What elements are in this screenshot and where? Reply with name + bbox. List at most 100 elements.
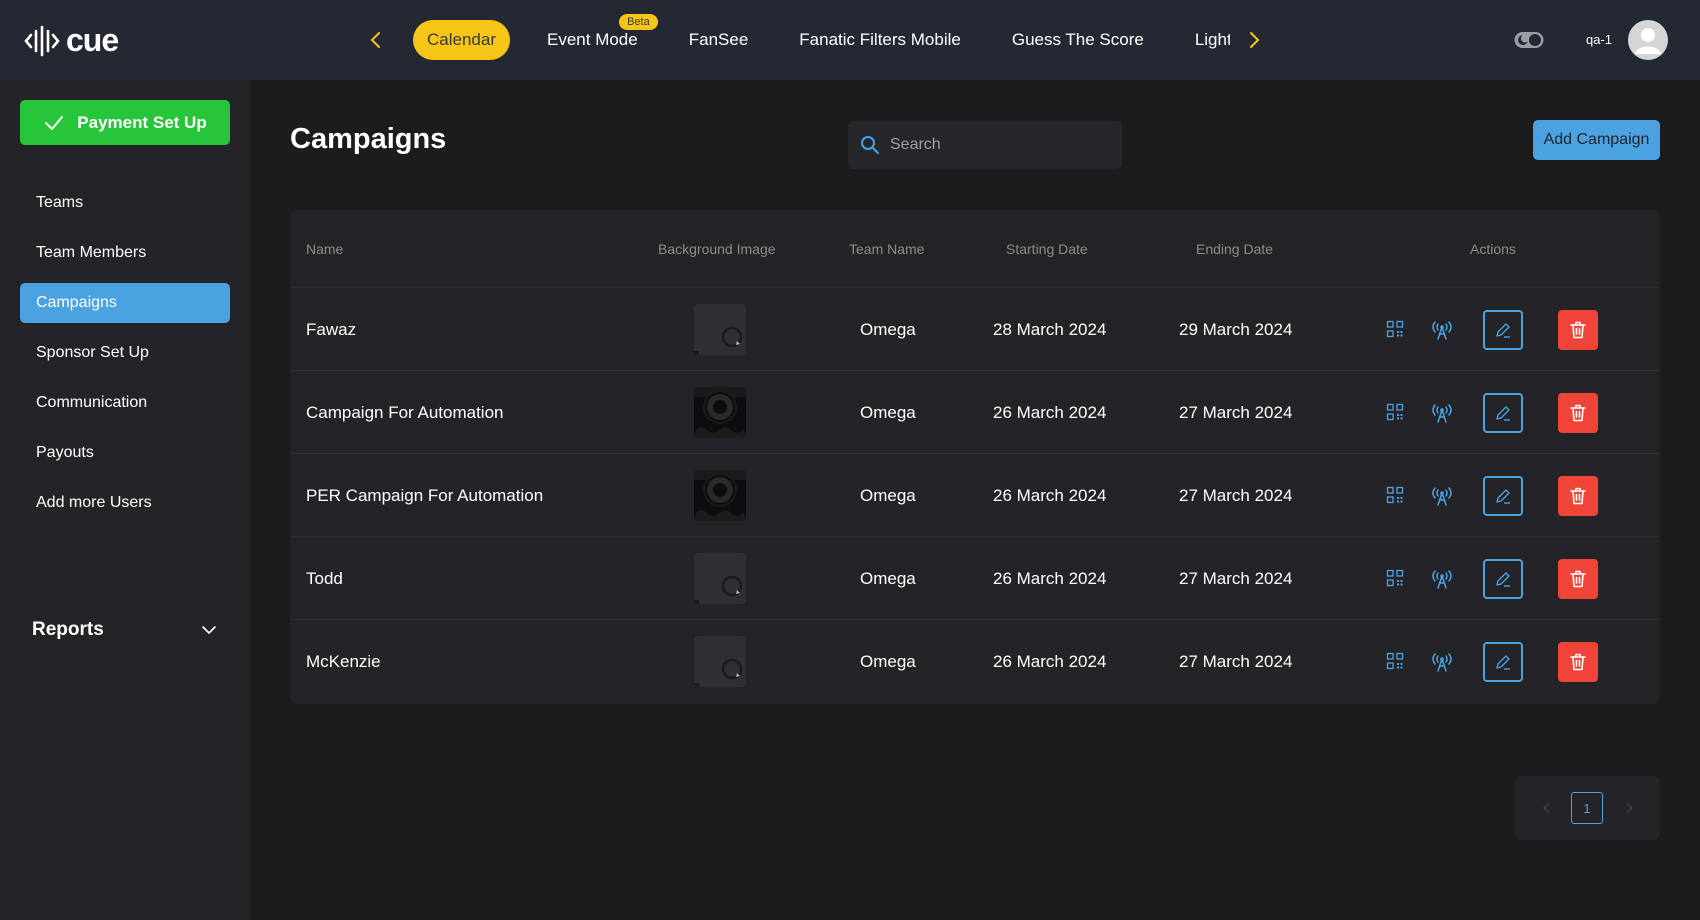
sidebar-item-label: Team Members xyxy=(36,244,147,261)
trash-icon xyxy=(1570,404,1586,422)
tabs-scroll-right-button[interactable] xyxy=(1242,28,1266,52)
delete-button[interactable] xyxy=(1558,559,1598,599)
tab-label: FanSee xyxy=(688,30,749,49)
edit-button[interactable] xyxy=(1483,310,1523,350)
ending-date: 27 March 2024 xyxy=(1179,402,1293,422)
payment-setup-label: Payment Set Up xyxy=(77,112,207,132)
column-header-ending-date: Ending Date xyxy=(1196,241,1274,257)
column-header-background-image: Background Image xyxy=(658,241,776,257)
avatar[interactable] xyxy=(1628,20,1668,60)
broadcast-icon xyxy=(1432,570,1452,589)
table-row: Fawaz Omega 28 March 2024 29 March 2024 xyxy=(290,288,1660,371)
team-name: Omega xyxy=(860,319,916,339)
edit-button[interactable] xyxy=(1483,559,1523,599)
tab-label: Event Mode xyxy=(547,30,638,49)
tab-lighting[interactable]: Lighting xyxy=(1181,20,1230,60)
background-image-thumbnail xyxy=(694,387,746,438)
chevron-right-icon[interactable] xyxy=(1621,800,1637,816)
search-box[interactable] xyxy=(848,121,1122,169)
sidebar-item-payouts[interactable]: Payouts xyxy=(20,433,230,473)
broadcast-button[interactable] xyxy=(1430,318,1454,345)
sidebar-item-campaigns[interactable]: Campaigns xyxy=(20,283,230,323)
sidebar-item-label: Campaigns xyxy=(36,294,117,311)
page-number-button[interactable]: 1 xyxy=(1571,792,1603,824)
checkmark-icon xyxy=(45,115,64,130)
tab-label: Guess The Score xyxy=(1011,30,1144,49)
campaigns-table: Name Background Image Team Name Starting… xyxy=(290,210,1660,704)
table-row: McKenzie Omega 26 March 2024 27 March 2024 xyxy=(290,620,1660,703)
theme-toggle[interactable] xyxy=(1514,30,1544,50)
qr-code-button[interactable] xyxy=(1386,320,1404,343)
qr-code-icon xyxy=(1386,403,1404,421)
team-name: Omega xyxy=(860,568,916,588)
tab-label: Fanatic Filters Mobile xyxy=(799,30,961,49)
sidebar-item-teams[interactable]: Teams xyxy=(20,183,230,223)
column-header-name: Name xyxy=(306,241,344,257)
broadcast-icon xyxy=(1432,653,1452,672)
chevron-left-icon xyxy=(371,32,380,48)
background-image-thumbnail xyxy=(694,470,746,521)
image-placeholder-icon xyxy=(694,636,746,687)
chevron-left-icon[interactable] xyxy=(1539,800,1555,816)
qr-code-icon xyxy=(1386,486,1404,504)
search-input[interactable] xyxy=(890,136,1110,154)
column-header-actions: Actions xyxy=(1470,241,1516,257)
delete-button[interactable] xyxy=(1558,642,1598,682)
trash-icon xyxy=(1570,321,1586,339)
tab-fanatic-filters-mobile[interactable]: Fanatic Filters Mobile xyxy=(785,20,975,60)
chevron-down-icon xyxy=(202,626,216,634)
image-placeholder-icon xyxy=(694,304,746,355)
qr-code-button[interactable] xyxy=(1386,486,1404,509)
reports-label: Reports xyxy=(32,619,104,640)
tabs-scroll-left-button[interactable] xyxy=(364,28,388,52)
background-image-thumbnail xyxy=(694,304,746,355)
ending-date: 27 March 2024 xyxy=(1179,568,1293,588)
broadcast-button[interactable] xyxy=(1430,567,1454,594)
sidebar-item-team-members[interactable]: Team Members xyxy=(20,233,230,273)
delete-button[interactable] xyxy=(1558,310,1598,350)
beta-badge: Beta xyxy=(619,14,658,30)
ending-date: 29 March 2024 xyxy=(1179,319,1293,339)
team-name: Omega xyxy=(860,651,916,671)
add-campaign-button[interactable]: Add Campaign xyxy=(1533,120,1660,160)
user-icon xyxy=(1635,28,1661,54)
pagination: 1 xyxy=(1515,776,1660,840)
sidebar-item-label: Teams xyxy=(36,194,84,211)
payment-setup-button[interactable]: Payment Set Up xyxy=(20,100,230,145)
pencil-icon xyxy=(1496,655,1510,670)
broadcast-button[interactable] xyxy=(1430,650,1454,677)
delete-button[interactable] xyxy=(1558,393,1598,433)
pencil-icon xyxy=(1496,406,1510,421)
logo-text: cue xyxy=(66,22,119,58)
qr-code-button[interactable] xyxy=(1386,569,1404,592)
tab-label: Lighting xyxy=(1194,30,1230,49)
tab-guess-the-score[interactable]: Guess The Score xyxy=(998,20,1158,60)
campaign-image-icon xyxy=(694,470,746,521)
sidebar-item-communication[interactable]: Communication xyxy=(20,383,230,423)
pencil-icon xyxy=(1496,489,1510,504)
sidebar-reports-toggle[interactable]: Reports xyxy=(20,610,230,650)
sidebar-item-sponsor-set-up[interactable]: Sponsor Set Up xyxy=(20,333,230,373)
edit-button[interactable] xyxy=(1483,476,1523,516)
sidebar-item-add-more-users[interactable]: Add more Users xyxy=(20,483,230,523)
top-navbar: cue Calendar Event Mode Beta FanSee Fana… xyxy=(0,0,1700,80)
add-campaign-label: Add Campaign xyxy=(1543,131,1650,148)
qr-code-button[interactable] xyxy=(1386,403,1404,426)
broadcast-button[interactable] xyxy=(1430,484,1454,511)
edit-button[interactable] xyxy=(1483,393,1523,433)
campaign-name: PER Campaign For Automation xyxy=(306,485,544,505)
toggle-moon-icon xyxy=(1514,32,1544,48)
campaign-name: Todd xyxy=(306,568,343,588)
qr-code-button[interactable] xyxy=(1386,652,1404,675)
broadcast-button[interactable] xyxy=(1430,401,1454,428)
qr-code-icon xyxy=(1386,569,1404,587)
delete-button[interactable] xyxy=(1558,476,1598,516)
campaign-image-icon xyxy=(694,387,746,438)
edit-button[interactable] xyxy=(1483,642,1523,682)
tab-fansee[interactable]: FanSee xyxy=(675,20,763,60)
cue-logo[interactable]: cue xyxy=(24,22,119,59)
feature-tabs: Calendar Event Mode Beta FanSee Fanatic … xyxy=(413,14,1230,60)
campaign-name: Campaign For Automation xyxy=(306,402,504,422)
tab-event-mode[interactable]: Event Mode Beta xyxy=(533,14,658,60)
tab-calendar[interactable]: Calendar xyxy=(413,20,510,60)
